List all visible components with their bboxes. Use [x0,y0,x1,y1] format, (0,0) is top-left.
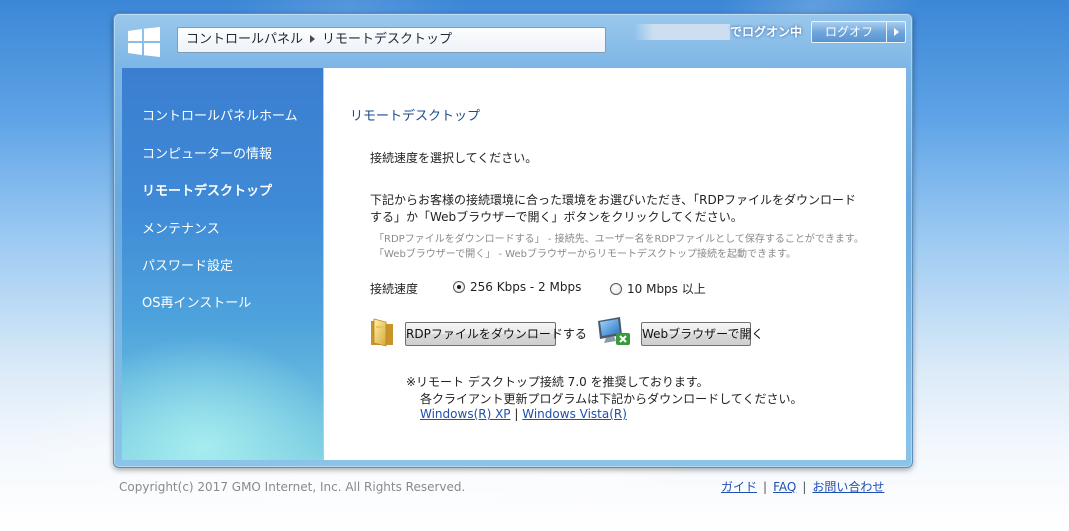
sidebar-item-password[interactable]: パスワード設定 [142,255,233,274]
sidebar-item-computer-info[interactable]: コンピューターの情報 [142,143,272,162]
main-content: リモートデスクトップ 接続速度を選択してください。 下記からお客様の接続環境に合… [324,68,906,460]
footer-links: ガイド | FAQ | お問い合わせ [721,478,884,495]
breadcrumb-item-control-panel[interactable]: コントロールパネル [186,32,303,47]
link-separator: | [514,407,519,421]
footer-separator: | [763,480,768,494]
windows-logo-icon [128,27,160,57]
description-line-1: 下記からお客様の接続環境に合った環境をお選びいただき、「RDPファイルをダウンロ… [370,193,856,207]
footer-link-faq[interactable]: FAQ [773,480,796,494]
logoff-label[interactable]: ログオフ [812,22,887,42]
control-panel-window: コントロールパネル リモートデスクトップ でログオン中 ログオフ コントロールパネ… [113,13,913,468]
logon-status: でログオン中 [730,25,803,39]
link-windows-xp[interactable]: Windows(R) XP [420,407,511,421]
radio-selected-icon[interactable] [453,281,465,293]
title-bar: コントロールパネル リモートデスクトップ でログオン中 ログオフ [114,14,914,68]
note-rdp: 「RDPファイルをダウンロードする」 - 接続先、ユーザー名をRDPファイルとし… [374,234,864,245]
copyright: Copyright(c) 2017 GMO Internet, Inc. All… [119,480,466,494]
speed-option-low[interactable]: 256 Kbps - 2 Mbps [453,280,581,294]
logoff-arrow-icon[interactable] [887,22,905,42]
speed-label: 接続速度 [370,282,419,296]
speed-option-low-label[interactable]: 256 Kbps - 2 Mbps [470,280,581,294]
page-title: リモートデスクトップ [350,109,481,124]
footer-separator: | [802,480,807,494]
folder-icon [371,318,393,347]
sidebar: コントロールパネルホーム コンピューターの情報 リモートデスクトップ メンテナン… [122,68,324,460]
link-windows-vista[interactable]: Windows Vista(R) [522,407,627,421]
breadcrumb-arrow-icon [310,35,316,43]
breadcrumb[interactable]: コントロールパネル リモートデスクトップ [177,27,606,53]
footer-link-guide[interactable]: ガイド [721,480,757,494]
instruction-text: 接続速度を選択してください。 [370,151,538,165]
footer-link-contact[interactable]: お問い合わせ [812,480,884,494]
sidebar-item-control-panel-home[interactable]: コントロールパネルホーム [142,105,298,124]
update-links: Windows(R) XP | Windows Vista(R) [420,407,627,421]
sidebar-item-os-reinstall[interactable]: OS再インストール [142,292,251,311]
sidebar-item-remote-desktop[interactable]: リモートデスクトップ [142,180,272,199]
breadcrumb-item-remote-desktop[interactable]: リモートデスクトップ [322,32,452,47]
speed-option-high[interactable]: 10 Mbps 以上 [610,280,706,297]
description-line-2: する」か「Webブラウザーで開く」ボタンをクリックしてください。 [370,210,743,224]
rdp-download-button[interactable]: RDPファイルをダウンロードする [405,322,587,346]
download-hint-text: 各クライアント更新プログラムは下記からダウンロードしてください。 [420,392,803,406]
radio-unselected-icon[interactable] [610,282,622,295]
remote-desktop-monitor-icon [598,317,630,345]
note-browser: 「Webブラウザーで開く」 - Webブラウザーからリモートデスクトップ接続を起… [374,249,796,260]
open-in-browser-button[interactable]: Webブラウザーで開く [641,322,763,346]
logoff-button[interactable]: ログオフ [811,21,906,43]
recommend-text: ※リモート デスクトップ接続 7.0 を推奨しております。 [406,375,709,389]
sidebar-item-maintenance[interactable]: メンテナンス [142,218,220,237]
username-redacted [634,24,730,40]
speed-option-high-label[interactable]: 10 Mbps 以上 [627,280,706,297]
